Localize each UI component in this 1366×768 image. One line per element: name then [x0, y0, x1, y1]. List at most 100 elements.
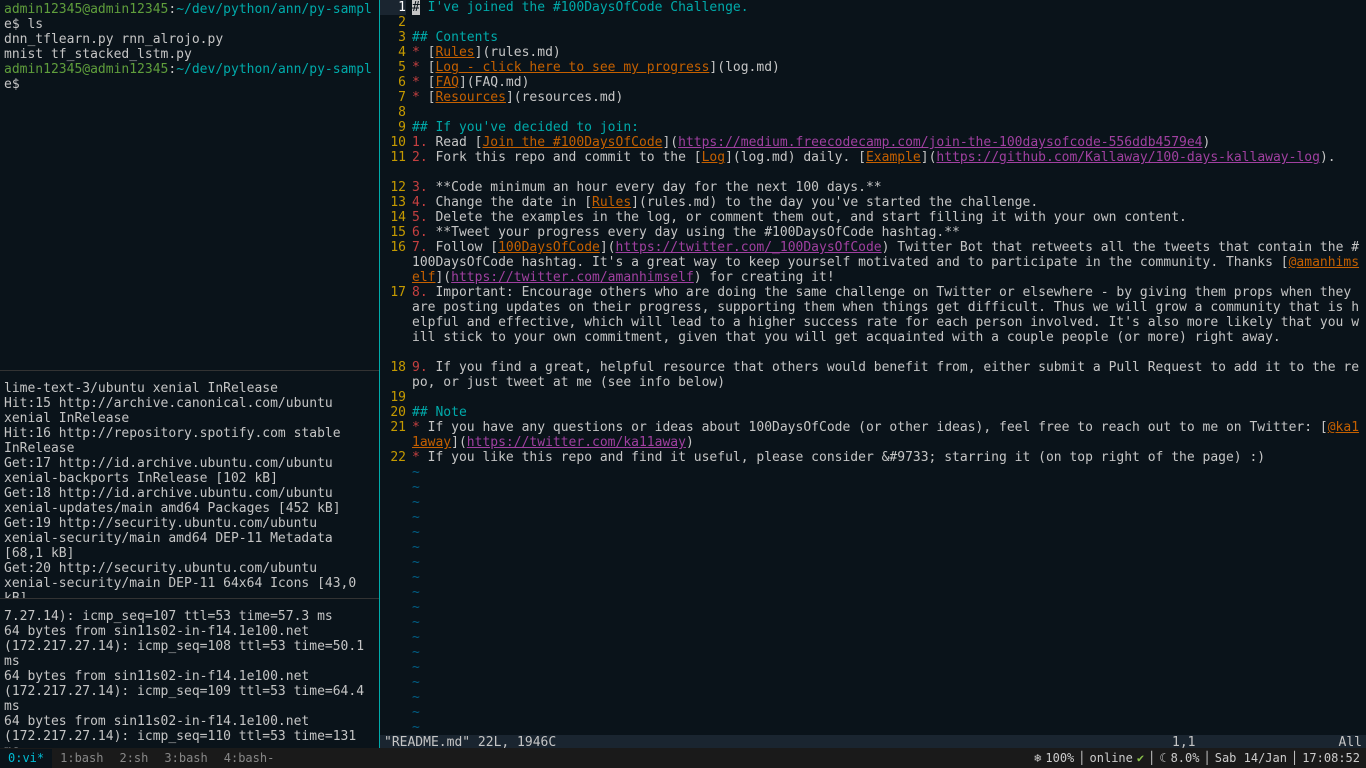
ping-output-line: 7.27.14): icmp_seq=107 ttl=53 time=57.3 … — [4, 609, 375, 624]
line-number: 19 — [380, 390, 406, 405]
shell-line: mnist tf_stacked_lstm.py — [4, 47, 375, 62]
vim-tilde: ~ — [412, 510, 1366, 525]
vim-tilde: ~ — [412, 675, 1366, 690]
code-line[interactable]: 2. Fork this repo and commit to the [Log… — [412, 150, 1366, 180]
apt-output-line: Hit:16 http://repository.spotify.com sta… — [4, 426, 375, 456]
vim-tilde: ~ — [412, 660, 1366, 675]
vim-tilde: ~ — [412, 585, 1366, 600]
apt-output-line: Get:18 http://id.archive.ubuntu.com/ubun… — [4, 486, 375, 516]
vim-editor[interactable]: 12345678910111213141516171819202122 # I'… — [380, 0, 1366, 735]
line-number: 12 — [380, 180, 406, 195]
code-line[interactable]: 6. **Tweet your progress every day using… — [412, 225, 1366, 240]
tmux-tab-bash[interactable]: 4:bash- — [216, 749, 283, 768]
editor-content[interactable]: # I've joined the #100DaysOfCode Challen… — [412, 0, 1366, 735]
line-number: 18 — [380, 360, 406, 390]
terminal-pane-ping[interactable]: 7.27.14): icmp_seq=107 ttl=53 time=57.3 … — [0, 598, 379, 748]
ping-output-line: 64 bytes from sin11s02-in-f14.1e100.net … — [4, 624, 375, 669]
prompt-path: ~/dev/python/ann/py-sampl — [176, 2, 372, 17]
code-line[interactable]: 9. If you find a great, helpful resource… — [412, 360, 1366, 390]
code-line[interactable]: 4. Change the date in [Rules](rules.md) … — [412, 195, 1366, 210]
vim-tilde: ~ — [412, 705, 1366, 720]
vim-tilde: ~ — [412, 690, 1366, 705]
code-line[interactable] — [412, 105, 1366, 120]
line-number: 17 — [380, 285, 406, 360]
tmux-tab-bash[interactable]: 3:bash — [156, 749, 215, 768]
code-line[interactable] — [412, 390, 1366, 405]
time-label: 17:08:52 — [1302, 751, 1360, 766]
apt-output-line: lime-text-3/ubuntu xenial InRelease — [4, 381, 375, 396]
apt-output-line: Hit:15 http://archive.canonical.com/ubun… — [4, 396, 375, 426]
apt-output-line: Get:19 http://security.ubuntu.com/ubuntu… — [4, 516, 375, 561]
line-number: 6 — [380, 75, 406, 90]
code-line[interactable] — [412, 15, 1366, 30]
line-number: 14 — [380, 210, 406, 225]
shell-prompt[interactable]: e$ — [4, 77, 375, 92]
vim-tilde: ~ — [412, 720, 1366, 735]
vim-tilde: ~ — [412, 495, 1366, 510]
code-line[interactable]: ## If you've decided to join: — [412, 120, 1366, 135]
vim-tilde: ~ — [412, 540, 1366, 555]
battery-percent: 100% — [1045, 751, 1074, 766]
code-line[interactable]: * [Resources](resources.md) — [412, 90, 1366, 105]
line-number-gutter: 12345678910111213141516171819202122 — [380, 0, 412, 735]
vim-tilde: ~ — [412, 525, 1366, 540]
vim-tilde: ~ — [412, 600, 1366, 615]
tmux-tab-sh[interactable]: 2:sh — [111, 749, 156, 768]
code-line[interactable]: 5. Delete the examples in the log, or co… — [412, 210, 1366, 225]
code-line[interactable]: # I've joined the #100DaysOfCode Challen… — [412, 0, 1366, 15]
line-number: 22 — [380, 450, 406, 465]
code-line[interactable]: * If you have any questions or ideas abo… — [412, 420, 1366, 450]
apt-output-line: Get:17 http://id.archive.ubuntu.com/ubun… — [4, 456, 375, 486]
code-line[interactable]: ## Note — [412, 405, 1366, 420]
code-line[interactable]: * [FAQ](FAQ.md) — [412, 75, 1366, 90]
tmux-tab-vi[interactable]: 0:vi* — [0, 749, 52, 768]
prompt-user: admin12345@admin12345 — [4, 2, 168, 17]
vim-tilde: ~ — [412, 480, 1366, 495]
date-label: Sab 14/Jan — [1215, 751, 1287, 766]
weather-value: 8.0% — [1171, 751, 1200, 766]
tmux-status-right: ❄ 100% │ online ✔ │ ☾ 8.0% │ Sab 14/Jan … — [1034, 751, 1366, 766]
ping-output-line: 64 bytes from sin11s02-in-f14.1e100.net … — [4, 714, 375, 748]
terminal-pane-apt[interactable]: lime-text-3/ubuntu xenial InReleaseHit:1… — [0, 370, 379, 598]
tmux-status-bar: 0:vi*1:bash2:sh3:bash4:bash- ❄ 100% │ on… — [0, 748, 1366, 768]
vim-tilde: ~ — [412, 570, 1366, 585]
code-line[interactable]: ## Contents — [412, 30, 1366, 45]
snowflake-icon: ❄ — [1034, 751, 1041, 766]
line-number: 13 — [380, 195, 406, 210]
ping-output-line: 64 bytes from sin11s02-in-f14.1e100.net … — [4, 669, 375, 714]
online-label: online — [1090, 751, 1133, 766]
line-number: 16 — [380, 240, 406, 285]
vim-tilde: ~ — [412, 555, 1366, 570]
online-check-icon: ✔ — [1137, 751, 1144, 766]
shell-line: e$ ls — [4, 17, 375, 32]
code-line[interactable]: 1. Read [Join the #100DaysOfCode](https:… — [412, 135, 1366, 150]
terminal-pane-shell[interactable]: admin12345@admin12345:~/dev/python/ann/p… — [0, 0, 379, 370]
left-column: admin12345@admin12345:~/dev/python/ann/p… — [0, 0, 380, 748]
vim-tilde: ~ — [412, 465, 1366, 480]
vim-tilde: ~ — [412, 630, 1366, 645]
code-line[interactable]: 3. **Code minimum an hour every day for … — [412, 180, 1366, 195]
line-number: 5 — [380, 60, 406, 75]
line-number: 2 — [380, 15, 406, 30]
line-number: 1 — [380, 0, 406, 15]
line-number: 4 — [380, 45, 406, 60]
code-line[interactable]: 8. Important: Encourage others who are d… — [412, 285, 1366, 360]
line-number: 3 — [380, 30, 406, 45]
line-number: 11 — [380, 150, 406, 180]
code-line[interactable]: * [Rules](rules.md) — [412, 45, 1366, 60]
code-line[interactable]: 7. Follow [100DaysOfCode](https://twitte… — [412, 240, 1366, 285]
apt-output-line: Get:20 http://security.ubuntu.com/ubuntu… — [4, 561, 375, 598]
code-line[interactable]: * If you like this repo and find it usef… — [412, 450, 1366, 465]
shell-line: dnn_tflearn.py rnn_alrojo.py — [4, 32, 375, 47]
line-number: 10 — [380, 135, 406, 150]
code-line[interactable]: * [Log - click here to see my progress](… — [412, 60, 1366, 75]
weather-icon: ☾ — [1159, 751, 1166, 766]
line-number: 20 — [380, 405, 406, 420]
tmux-tab-bash[interactable]: 1:bash — [52, 749, 111, 768]
vim-tilde: ~ — [412, 615, 1366, 630]
line-number: 7 — [380, 90, 406, 105]
right-column: 12345678910111213141516171819202122 # I'… — [380, 0, 1366, 748]
vim-tilde: ~ — [412, 645, 1366, 660]
line-number: 8 — [380, 105, 406, 120]
line-number: 15 — [380, 225, 406, 240]
